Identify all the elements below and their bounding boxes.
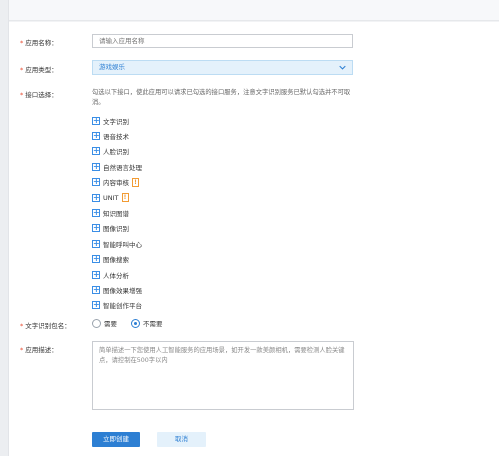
radio-circle[interactable] xyxy=(92,318,101,328)
ocr-package-radio-group: 需要 不需要 xyxy=(92,318,177,328)
radio-need[interactable]: 需要 xyxy=(92,318,117,328)
api-item-knowledge-graph[interactable]: + 知识图谱 xyxy=(92,205,142,220)
plus-square-icon[interactable]: + xyxy=(92,209,100,218)
required-mark: * xyxy=(20,322,24,330)
app-desc-label: * 应用描述： xyxy=(20,346,58,354)
required-mark: * xyxy=(20,91,24,99)
api-item-nlp[interactable]: + 自然语言处理 xyxy=(92,159,142,174)
app-type-value: 游戏娱乐 xyxy=(99,63,125,71)
plus-square-icon[interactable]: + xyxy=(92,270,100,279)
warning-icon[interactable]: ! xyxy=(132,177,139,187)
api-item-image-search[interactable]: + 图像搜索 xyxy=(92,252,142,267)
api-list: + 文字识别 + 语音技术 + 人脸识别 + 自然语言处理 + 内容审核 ! +… xyxy=(92,113,142,313)
api-item-unit[interactable]: + UNIT ! xyxy=(92,190,142,205)
plus-square-icon[interactable]: + xyxy=(92,147,100,156)
ocr-package-label: * 文字识别包名： xyxy=(20,322,71,330)
api-item-body-analysis[interactable]: + 人体分析 xyxy=(92,267,142,282)
left-rail xyxy=(0,0,9,456)
warning-icon[interactable]: ! xyxy=(121,193,129,203)
app-desc-textarea[interactable]: 简单描述一下您使用人工智能服务的应用场景，如开发一款美颜相机，需要检测人脸关键点… xyxy=(92,341,354,410)
plus-square-icon[interactable]: + xyxy=(92,132,100,141)
plus-square-icon[interactable]: + xyxy=(92,116,100,125)
plus-square-icon[interactable]: + xyxy=(92,285,100,294)
plus-square-icon[interactable]: + xyxy=(92,162,100,171)
api-item-call-center[interactable]: + 智能呼叫中心 xyxy=(92,236,142,251)
api-item-creation-platform[interactable]: + 智能创作平台 xyxy=(92,298,142,313)
radio-not-need[interactable]: 不需要 xyxy=(131,318,163,328)
app-desc-placeholder: 简单描述一下您使用人工智能服务的应用场景，如开发一款美颜相机，需要检测人脸关键点… xyxy=(99,347,345,364)
app-name-input[interactable] xyxy=(92,34,353,48)
api-item-image-enhance[interactable]: + 图像效果增强 xyxy=(92,282,142,297)
plus-square-icon[interactable]: + xyxy=(92,301,100,310)
api-item-image-recognition[interactable]: + 图像识别 xyxy=(92,221,142,236)
api-item-content-review[interactable]: + 内容审核 ! xyxy=(92,175,142,190)
create-button[interactable]: 立即创建 xyxy=(92,432,140,447)
api-item-face[interactable]: + 人脸识别 xyxy=(92,144,142,159)
plus-square-icon[interactable]: + xyxy=(92,178,100,187)
required-mark: * xyxy=(20,66,24,74)
api-select-hint: 勾选以下接口，使此应用可以请求已勾选的接口服务，注意文字识别服务已默认勾选并不可… xyxy=(92,89,351,106)
radio-circle-selected[interactable] xyxy=(131,318,140,328)
required-mark: * xyxy=(20,346,24,354)
plus-square-icon[interactable]: + xyxy=(92,193,100,202)
api-item-ocr[interactable]: + 文字识别 xyxy=(92,113,142,128)
api-select-label: * 接口选择： xyxy=(20,91,58,99)
plus-square-icon[interactable]: + xyxy=(92,255,100,264)
top-strip xyxy=(9,0,499,21)
plus-square-icon[interactable]: + xyxy=(92,239,100,248)
app-name-label: * 应用名称： xyxy=(20,39,58,47)
api-item-speech[interactable]: + 语音技术 xyxy=(92,128,142,143)
required-mark: * xyxy=(20,39,24,47)
cancel-button[interactable]: 取消 xyxy=(157,432,206,447)
plus-square-icon[interactable]: + xyxy=(92,224,100,233)
app-type-label: * 应用类型： xyxy=(20,66,58,74)
app-type-select[interactable]: 游戏娱乐 xyxy=(92,60,353,75)
chevron-down-icon xyxy=(339,65,346,70)
